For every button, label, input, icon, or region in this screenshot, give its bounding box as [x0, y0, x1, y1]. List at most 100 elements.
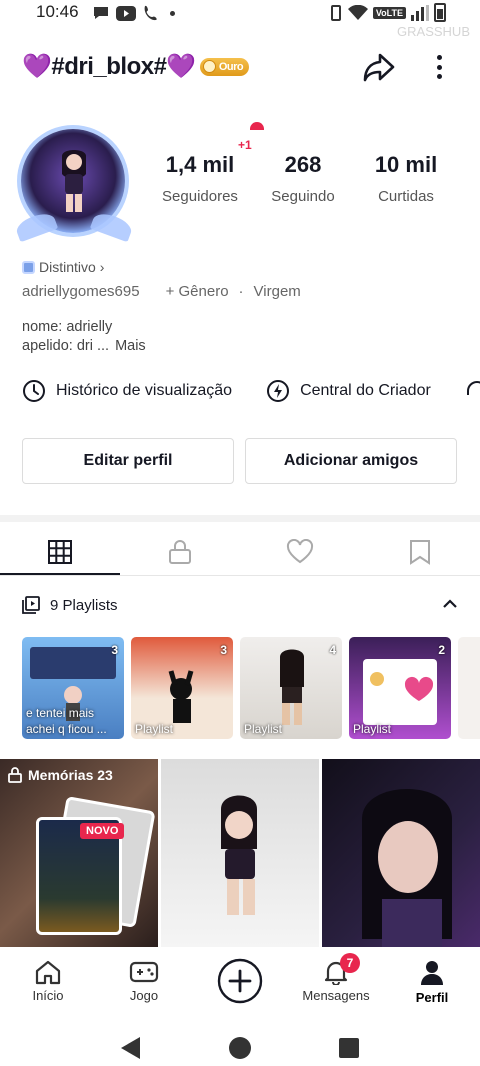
nav-profile[interactable]: Perfil: [384, 947, 480, 1013]
add-friends-button[interactable]: Adicionar amigos: [245, 438, 457, 484]
video-thumbnail[interactable]: [322, 759, 480, 947]
playlist-card[interactable]: 2 Playlist: [349, 637, 451, 739]
watermark: GRASSHUB: [397, 24, 470, 39]
heart-icon: [286, 539, 314, 564]
avatar-figure: [62, 150, 86, 212]
playlist-icon: [22, 596, 40, 614]
content-tabs: [0, 528, 480, 576]
chat-icon: [94, 7, 108, 19]
separator-dot: ·: [238, 283, 244, 300]
level-badge[interactable]: Ouro: [199, 57, 250, 76]
messages-badge: 7: [340, 953, 360, 973]
avatar-wing-right: [89, 209, 135, 243]
avatar-wing-left: [13, 209, 59, 243]
stat-followers[interactable]: 1,4 mil Seguidores: [150, 152, 250, 205]
vibrate-icon: [330, 4, 341, 21]
phone-icon: [144, 5, 157, 21]
video-thumbnail[interactable]: [161, 759, 319, 947]
gender-button[interactable]: + Gênero: [166, 283, 229, 300]
stat-label: Curtidas: [378, 188, 434, 205]
share-icon[interactable]: [362, 50, 396, 84]
lightning-icon: [267, 380, 290, 402]
nav-home[interactable]: Início: [0, 947, 96, 1013]
stat-label: Seguidores: [162, 188, 238, 205]
playlist-card[interactable]: 3 Playlist: [131, 637, 233, 739]
memories-text: Memórias 23: [28, 767, 113, 783]
bottom-nav: Início Jogo 7 Mensagens Perfil: [0, 947, 480, 1013]
playlist-title: Playlist: [135, 722, 174, 736]
edit-profile-button[interactable]: Editar perfil: [22, 438, 234, 484]
home-circle-icon[interactable]: [228, 1036, 252, 1060]
shortcuts-row: Histórico de visualização Central do Cri…: [22, 379, 480, 403]
profile-bio: nome: adrielly apelido: dri ... Mais: [22, 318, 146, 356]
playlists-count: 9 Playlists: [50, 596, 118, 614]
coin-icon: [202, 60, 216, 73]
tabs-border: [0, 575, 480, 576]
playlist-count: 4: [329, 643, 336, 657]
nav-label: Mensagens: [302, 988, 370, 1003]
shortcut-watch-history[interactable]: Histórico de visualização: [22, 379, 232, 403]
shortcut-creator-center[interactable]: Central do Criador: [266, 379, 431, 403]
chevron-up-icon[interactable]: [440, 596, 460, 612]
playlist-row: 3 e tentei mais achei q ficou ... 3 Play…: [22, 637, 480, 739]
bookmark-icon: [410, 540, 430, 565]
profile-meta: adriellygomes695 + Gênero · Virgem: [22, 283, 301, 300]
grid-icon: [48, 540, 72, 564]
playlist-card-partial[interactable]: [458, 637, 480, 739]
profile-handle: adriellygomes695: [22, 283, 140, 300]
nav-create[interactable]: [192, 947, 288, 1013]
stat-label: Seguindo: [271, 188, 335, 205]
nav-messages[interactable]: 7 Mensagens: [288, 947, 384, 1013]
person-icon: [421, 961, 443, 985]
playlist-card[interactable]: 4 Playlist: [240, 637, 342, 739]
stat-following[interactable]: 268 Seguindo: [253, 152, 353, 205]
memories-cell[interactable]: Memórias 23 NOVO: [0, 759, 158, 947]
tab-liked[interactable]: [240, 528, 360, 576]
active-tab-indicator: [0, 573, 120, 575]
stat-likes[interactable]: 10 mil Curtidas: [356, 152, 456, 205]
hat-icon: [250, 122, 264, 130]
battery-icon: [434, 3, 446, 22]
playlist-title: Playlist: [244, 722, 283, 736]
profile-username: 💜#dri_blox#💜 Ouro: [22, 52, 250, 81]
video-grid: Memórias 23 NOVO: [0, 759, 480, 947]
nav-label: Início: [32, 988, 64, 1003]
playlist-card[interactable]: 3 e tentei mais achei q ficou ...: [22, 637, 124, 739]
nav-game[interactable]: Jogo: [96, 947, 192, 1013]
memories-label: Memórias 23: [8, 767, 113, 783]
tab-videos[interactable]: [0, 528, 120, 576]
plus-circle-icon: [217, 958, 263, 1004]
volte-badge: VoLTE: [372, 6, 406, 19]
status-time: 10:46: [36, 2, 79, 21]
tab-saved[interactable]: [360, 528, 480, 576]
distintivo-label: Distintivo: [39, 259, 96, 275]
stat-value: 10 mil: [374, 152, 438, 177]
more-options-icon[interactable]: [428, 52, 450, 82]
playlist-count: 3: [111, 643, 118, 657]
distintivo-link[interactable]: Distintivo ›: [22, 259, 104, 275]
avatar-plus-badge[interactable]: +1: [238, 138, 252, 152]
chevron-right-icon: ›: [99, 259, 105, 275]
youtube-icon: [116, 5, 136, 21]
shield-icon: [22, 260, 35, 274]
playlist-count: 2: [438, 643, 445, 657]
gamepad-icon: [129, 961, 159, 983]
nav-label: Perfil: [415, 990, 449, 1005]
recents-icon[interactable]: [338, 1037, 360, 1059]
video-preview: [362, 789, 452, 947]
dot-icon: [170, 10, 175, 16]
system-nav-bar: [0, 1013, 480, 1066]
home-icon: [35, 960, 61, 985]
back-icon[interactable]: [118, 1035, 142, 1061]
tab-private[interactable]: [120, 528, 240, 576]
shortcut-next-partial[interactable]: [465, 379, 480, 403]
new-badge: NOVO: [80, 823, 125, 839]
notification-icons: [92, 4, 175, 22]
playlist-count: 3: [220, 643, 227, 657]
playlists-header[interactable]: 9 Playlists: [22, 596, 118, 614]
zodiac-sign[interactable]: Virgem: [254, 283, 301, 300]
shortcut-label: Histórico de visualização: [56, 382, 233, 399]
bio-more-link[interactable]: Mais: [115, 338, 146, 354]
avatar[interactable]: [13, 124, 135, 243]
shortcut-label: Central do Criador: [300, 382, 431, 399]
